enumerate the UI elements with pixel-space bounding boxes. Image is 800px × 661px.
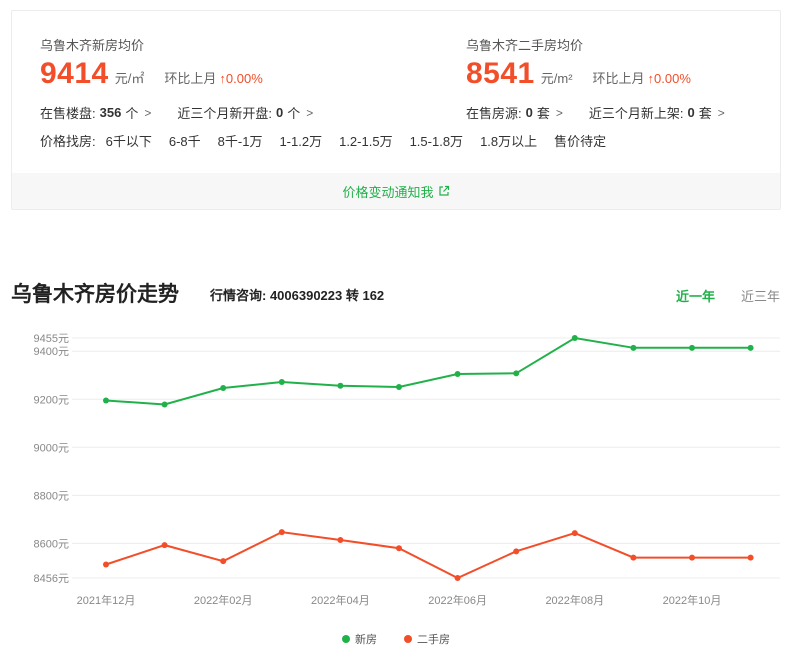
y-tick-label: 9400元 (34, 346, 69, 358)
data-point (278, 529, 285, 536)
data-point (337, 537, 344, 544)
y-tick-label: 8600元 (34, 538, 69, 550)
recent-open-label: 近三个月新开盘: (177, 106, 272, 121)
data-point (630, 344, 637, 351)
data-point (278, 378, 285, 385)
data-point (454, 575, 461, 581)
x-tick-label: 2022年10月 (663, 593, 722, 607)
data-point (103, 561, 109, 568)
chevron-right-icon: > (306, 105, 314, 120)
y-tick-label: 9200元 (34, 394, 69, 406)
chevron-right-icon: > (144, 105, 152, 120)
price-filter-option[interactable]: 8千-1万 (218, 131, 263, 150)
data-point (689, 344, 695, 351)
data-point (630, 554, 637, 561)
tab-one-year[interactable]: 近一年 (676, 286, 715, 305)
second-hand-mom-label: 环比上月 (592, 71, 645, 86)
on-sale-unit: 个 (125, 106, 139, 121)
y-tick-label: 8800元 (34, 490, 69, 502)
new-house-on-sale-link[interactable]: 在售楼盘: 356 个 > (40, 103, 151, 122)
y-tick-label: 9455元 (34, 333, 69, 345)
price-filter-option[interactable]: 6千以下 (106, 131, 152, 150)
new-house-mom-label: 环比上月 (164, 71, 217, 86)
tab-three-years[interactable]: 近三年 (741, 286, 780, 305)
second-hand-title: 乌鲁木齐二手房均价 (466, 38, 584, 53)
new-house-mom-value: ↑0.00% (219, 71, 263, 86)
data-point (513, 370, 520, 377)
price-filter-option[interactable]: 1.5-1.8万 (410, 131, 463, 150)
second-hand-listings-link[interactable]: 在售房源: 0 套 > (466, 103, 563, 122)
data-point (454, 371, 461, 378)
price-filter-option[interactable]: 售价待定 (554, 131, 606, 150)
data-point (689, 554, 695, 561)
legend-marker (404, 635, 412, 643)
second-hand-price: 8541 (466, 57, 535, 90)
new-house-price: 9414 (40, 57, 109, 90)
new-house-title: 乌鲁木齐新房均价 (40, 38, 145, 53)
new-listings-unit: 套 (698, 106, 712, 121)
data-point (161, 542, 168, 549)
external-link-icon (438, 185, 449, 196)
data-point (337, 382, 344, 389)
x-tick-label: 2022年02月 (194, 593, 253, 607)
legend-marker (342, 635, 350, 643)
data-point (220, 384, 227, 391)
new-house-summary: 乌鲁木齐新房均价 9414 元/㎡ 环比上月 ↑0.00% 在售楼盘: 356 … (40, 37, 313, 122)
second-hand-new-listings-link[interactable]: 近三个月新上架: 0 套 > (589, 103, 725, 122)
chevron-right-icon: > (555, 105, 563, 120)
series-line (105, 531, 751, 580)
price-filter-option[interactable]: 1.2-1.5万 (339, 131, 392, 150)
new-house-unit: 元/㎡ (114, 71, 145, 86)
y-tick-label: 8456元 (34, 573, 69, 585)
data-point (747, 554, 754, 561)
on-sale-label: 在售楼盘: (40, 106, 96, 121)
data-point (571, 335, 578, 341)
trend-range-tabs: 近一年 近三年 (650, 286, 780, 305)
new-listings-value: 0 (687, 105, 695, 120)
notify-label: 价格变动通知我 (342, 184, 434, 200)
data-point (571, 530, 578, 537)
data-point (513, 548, 520, 555)
second-hand-unit: 元/m² (540, 71, 573, 86)
x-tick-label: 2022年04月 (311, 593, 370, 607)
new-listings-label: 近三个月新上架: (588, 106, 684, 121)
consult-phone: 行情咨询: 4006390223 转 162 (210, 288, 385, 303)
price-change-notify-button[interactable]: 价格变动通知我 (12, 173, 780, 209)
listings-label: 在售房源: (466, 106, 522, 121)
trend-title: 乌鲁木齐房价走势 (11, 283, 179, 306)
recent-open-value: 0 (275, 105, 284, 120)
price-summary-card: 乌鲁木齐新房均价 9414 元/㎡ 环比上月 ↑0.00% 在售楼盘: 356 … (11, 10, 781, 210)
price-trend-chart: 8456元 8600元 8800元 9000元 9200元 9400元9455元 2021年… (34, 333, 780, 646)
price-filter-option[interactable]: 1.8万以上 (480, 131, 537, 150)
new-house-recent-open-link[interactable]: 近三个月新开盘: 0 个 > (177, 103, 313, 122)
second-hand-mom-value: ↑0.00% (647, 71, 691, 86)
price-filter-option[interactable]: 1-1.2万 (279, 131, 322, 150)
legend-label: 二手房 (417, 632, 450, 646)
price-filter-label: 价格找房: (40, 134, 96, 149)
data-point (396, 384, 402, 391)
series-line (105, 336, 751, 406)
on-sale-value: 356 (99, 105, 122, 120)
x-tick-label: 2022年08月 (545, 593, 604, 607)
legend-label: 新房 (355, 632, 377, 646)
recent-open-unit: 个 (287, 106, 301, 121)
second-hand-summary: 乌鲁木齐二手房均价 8541 元/m² 环比上月 ↑0.00% 在售房源: 0 … (466, 37, 725, 122)
price-filter-bar: 价格找房: 6千以下 6-8千 8千-1万 1-1.2万 1.2-1.5万 1.… (40, 131, 623, 150)
data-point (220, 558, 227, 565)
data-point (747, 344, 754, 351)
listings-unit: 套 (536, 106, 550, 121)
listings-value: 0 (525, 105, 533, 120)
x-tick-label: 2021年12月 (77, 593, 136, 607)
x-tick-label: 2022年06月 (428, 593, 487, 607)
data-point (161, 401, 168, 408)
data-point (103, 397, 109, 404)
price-filter-option[interactable]: 6-8千 (169, 131, 201, 150)
y-tick-label: 9000元 (34, 442, 69, 454)
data-point (396, 545, 402, 552)
chevron-right-icon: > (717, 105, 725, 120)
